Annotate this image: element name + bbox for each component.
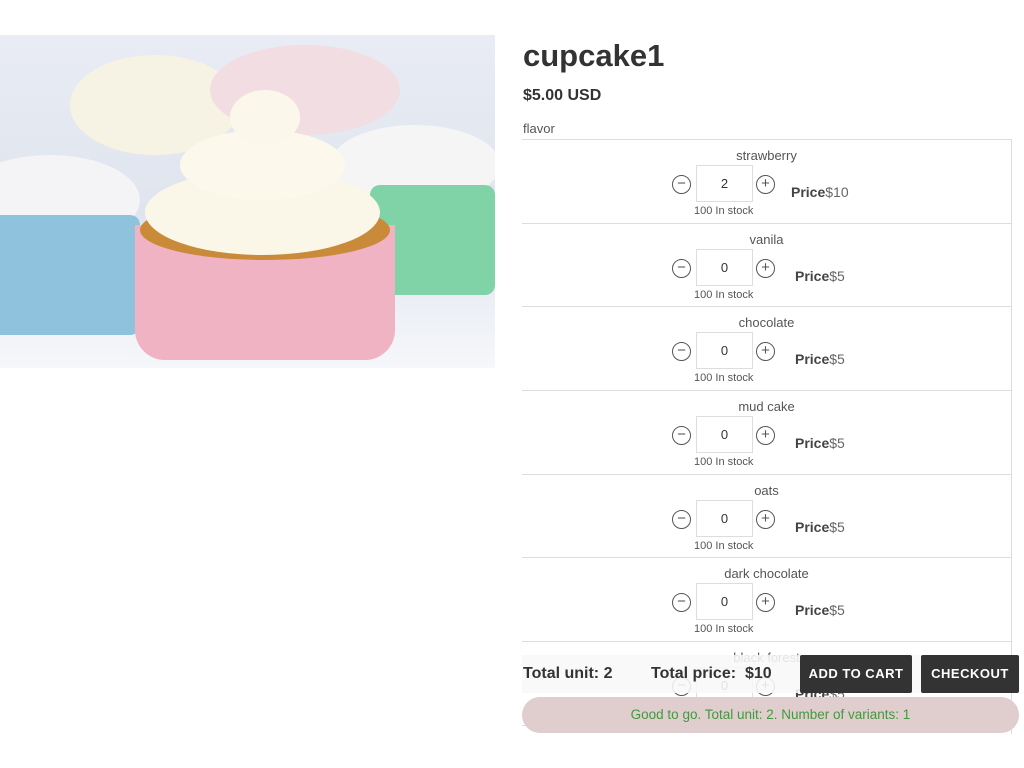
- quantity-input[interactable]: 0: [696, 248, 753, 286]
- variant-row: strawberry − 2 + 100 In stock Price$10: [522, 140, 1011, 224]
- variant-price: Price$5: [795, 351, 845, 367]
- checkout-button[interactable]: CHECKOUT: [921, 655, 1019, 693]
- variant-row: chocolate − 0 + 100 In stock Price$5: [522, 307, 1011, 392]
- price-label: Price: [795, 602, 830, 619]
- plus-icon[interactable]: +: [756, 426, 775, 446]
- price-value: $5: [829, 602, 845, 619]
- price-value: $5: [829, 351, 845, 368]
- stock-label: 100 In stock: [694, 288, 754, 301]
- price-value: $5: [829, 435, 845, 452]
- plus-icon[interactable]: +: [756, 509, 775, 529]
- status-message: Good to go. Total unit: 2. Number of var…: [522, 697, 1019, 733]
- plus-icon[interactable]: +: [756, 342, 775, 362]
- variant-price: Price$5: [795, 268, 845, 284]
- variant-list: strawberry − 2 + 100 In stock Price$10 va…: [522, 139, 1012, 734]
- variant-price: Price$5: [795, 519, 845, 535]
- variant-row: mud cake − 0 + 100 In stock Price$5: [522, 391, 1011, 475]
- variant-name: oats: [754, 482, 779, 498]
- price-value: $10: [825, 184, 849, 200]
- product-price: $5.00 USD: [523, 87, 602, 104]
- stock-label: 100 In stock: [694, 372, 754, 385]
- variant-name: dark chocolate: [724, 566, 809, 582]
- variant-name: chocolate: [738, 315, 795, 331]
- product-title: cupcake1: [523, 38, 665, 73]
- variant-row: vanila − 0 + 100 In stock Price$5: [522, 224, 1011, 308]
- stock-label: 100 In stock: [694, 539, 754, 552]
- product-image: [0, 35, 495, 368]
- minus-icon[interactable]: −: [672, 509, 691, 529]
- minus-icon[interactable]: −: [672, 342, 691, 362]
- stock-label: 100 In stock: [694, 205, 754, 217]
- price-label: Price: [795, 518, 830, 535]
- option-label: flavor: [523, 121, 555, 136]
- minus-icon[interactable]: −: [672, 593, 691, 613]
- total-unit: Total unit: 2: [523, 665, 613, 682]
- stock-label: 100 In stock: [694, 623, 754, 636]
- minus-icon[interactable]: −: [672, 175, 691, 194]
- plus-icon[interactable]: +: [756, 175, 775, 194]
- plus-icon[interactable]: +: [756, 258, 775, 278]
- variant-row: dark chocolate − 0 + 100 In stock Price$…: [522, 558, 1011, 643]
- cart-summary-bar: Total unit: 2 Total price: $10 ADD TO CA…: [522, 655, 1020, 693]
- quantity-input[interactable]: 2: [696, 165, 753, 202]
- quantity-input[interactable]: 0: [696, 583, 753, 621]
- variant-name: mud cake: [738, 399, 795, 415]
- variant-price: Price$5: [795, 435, 845, 451]
- variant-price: Price$5: [795, 602, 845, 618]
- variant-price: Price$10: [791, 184, 849, 200]
- quantity-input[interactable]: 0: [696, 499, 753, 537]
- total-price: Total price: $10: [651, 665, 772, 682]
- price-label: Price: [795, 351, 830, 368]
- variant-row: oats − 0 + 100 In stock Price$5: [522, 475, 1011, 559]
- add-to-cart-button[interactable]: ADD TO CART: [800, 655, 912, 693]
- price-value: $5: [829, 518, 845, 535]
- variant-name: strawberry: [736, 148, 797, 163]
- minus-icon[interactable]: −: [672, 258, 691, 278]
- stock-label: 100 In stock: [694, 456, 754, 469]
- minus-icon[interactable]: −: [672, 426, 691, 446]
- quantity-input[interactable]: 0: [696, 416, 753, 454]
- price-label: Price: [791, 184, 826, 200]
- price-label: Price: [795, 267, 830, 284]
- price-label: Price: [795, 435, 830, 452]
- quantity-input[interactable]: 0: [696, 332, 753, 370]
- plus-icon[interactable]: +: [756, 593, 775, 613]
- variant-name: vanila: [749, 231, 784, 247]
- price-value: $5: [829, 267, 845, 284]
